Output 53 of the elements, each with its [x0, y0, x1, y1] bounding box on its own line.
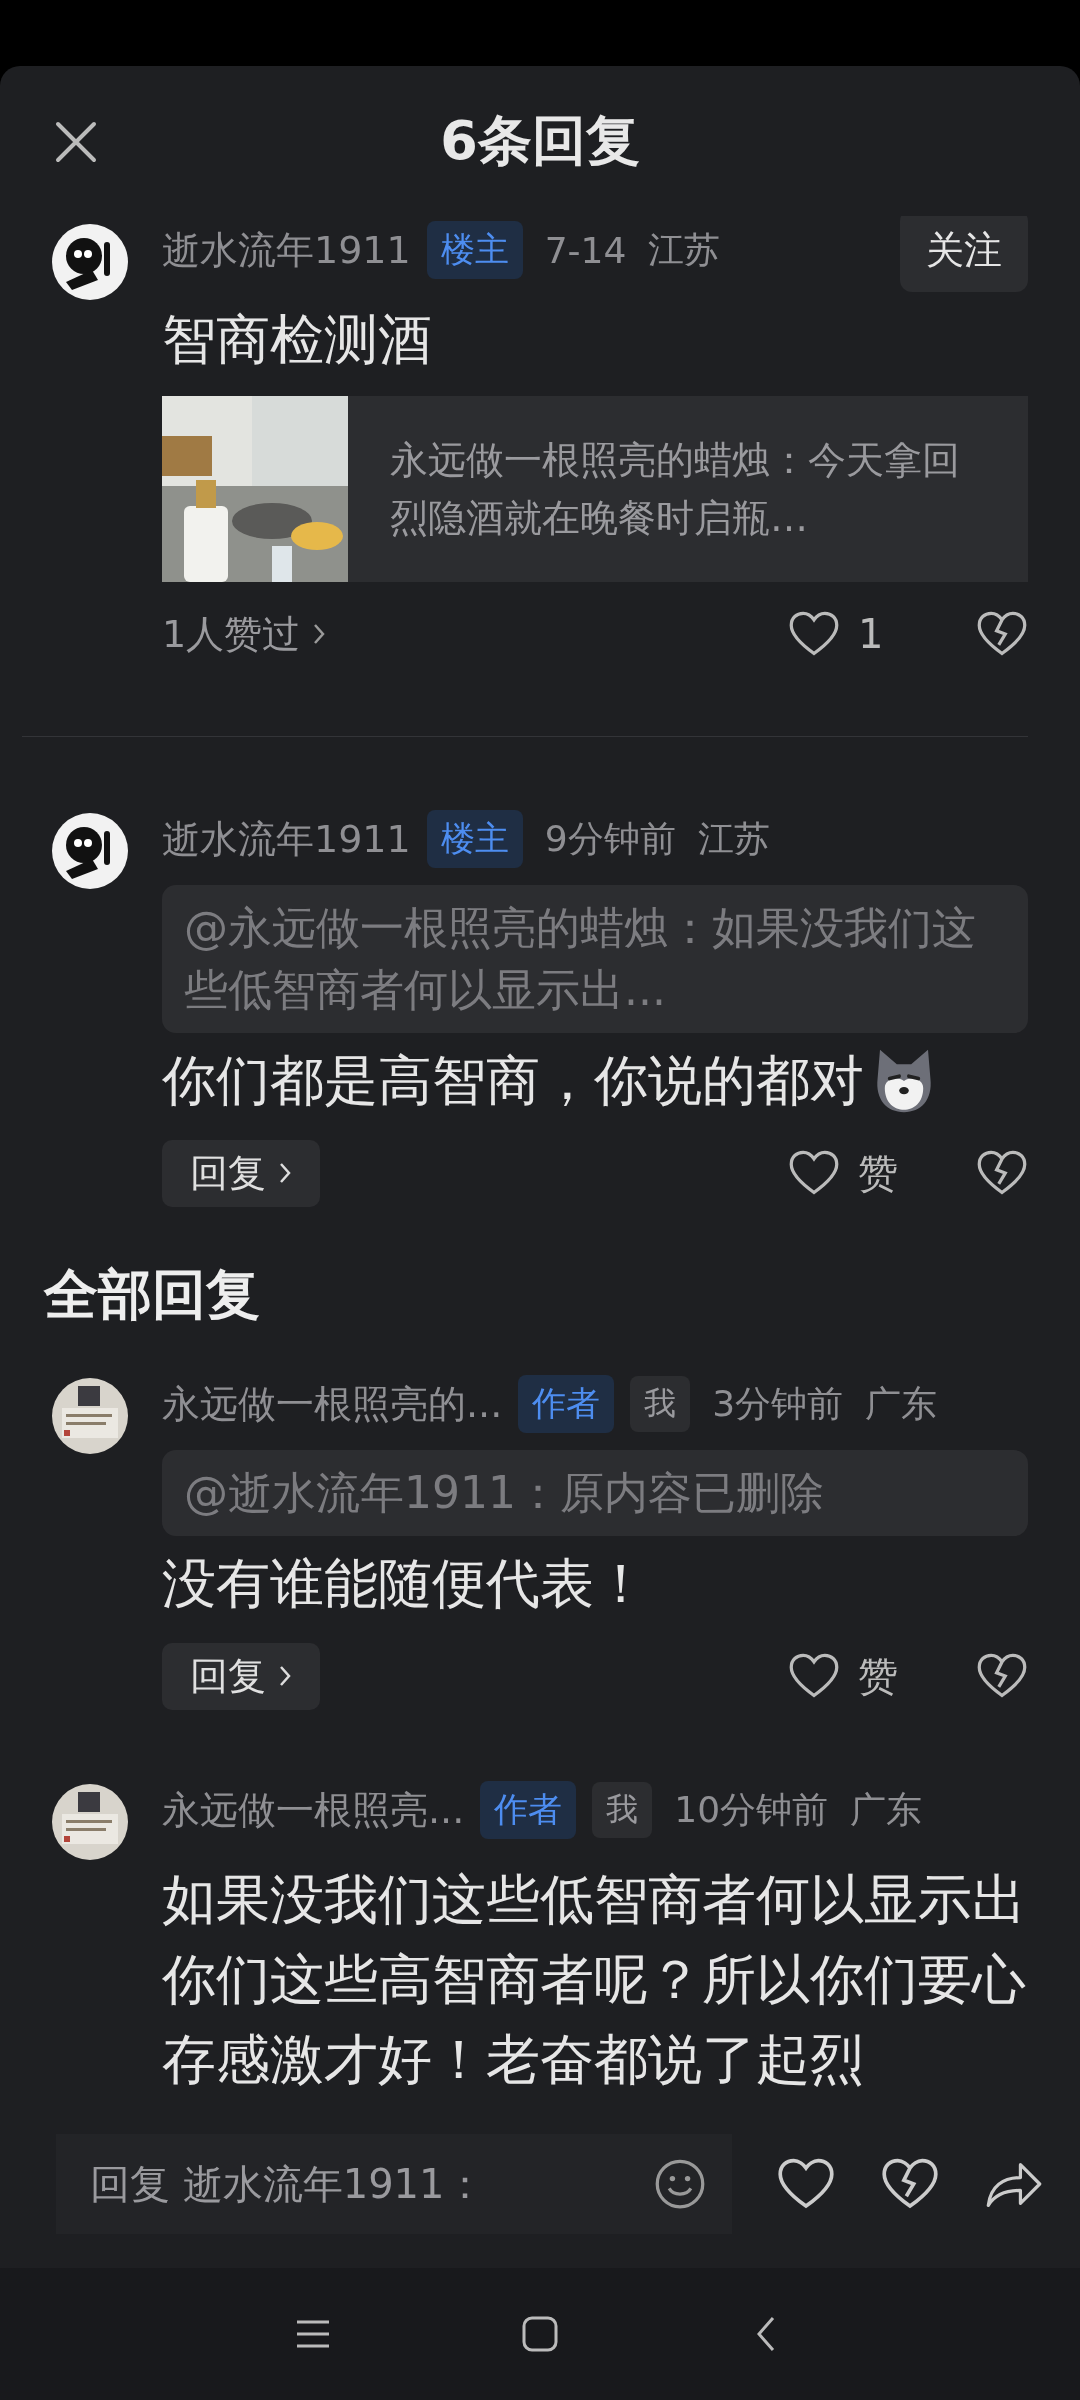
comment-time: 9分钟前 [544, 816, 676, 861]
comment-time: 3分钟前 [712, 1381, 844, 1426]
quoted-comment[interactable]: @逝水流年1911：原内容已删除 [162, 1450, 1028, 1536]
comment-location: 江苏 [648, 227, 721, 272]
user-name[interactable]: 永远做一根照亮的... [162, 1378, 503, 1430]
reply-button[interactable]: 回复 [162, 1139, 320, 1207]
user-tag: 楼主 [426, 810, 523, 868]
user-tag: 楼主 [426, 221, 523, 279]
reply-button[interactable]: 回复 [162, 1642, 320, 1710]
panel-title: 6条回复 [440, 107, 640, 174]
comment-time: 7-14 [544, 229, 627, 271]
card-text: 永远做一根照亮的蜡烛：今天拿回烈隐酒就在晚餐时启瓶… [389, 437, 961, 542]
like-icon[interactable] [776, 2157, 836, 2211]
comment-text: 如果没我们这些低智商者何以显示出你们这些高智商者呢？所以你们要心存感激才好！老奋都说了起烈 [162, 1867, 1027, 2093]
user-name[interactable]: 逝水流年1911 [162, 813, 411, 865]
comment-location: 广东 [865, 1381, 938, 1426]
avatar[interactable] [52, 1378, 128, 1454]
comment-text: 智商检测酒 [162, 307, 432, 373]
chevron-icon [278, 1664, 292, 1688]
user-tag: 作者 [480, 1781, 577, 1839]
comment-location: 江苏 [697, 816, 770, 861]
avatar[interactable] [52, 224, 128, 300]
like-icon[interactable] [788, 1652, 840, 1700]
comment-time: 10分钟前 [674, 1787, 829, 1832]
reply-field[interactable]: 回复 逝水流年1911： [56, 2134, 732, 2234]
like-count: 赞 [858, 1148, 899, 1198]
emoji-icon[interactable] [654, 2158, 706, 2210]
section-title: 全部回复 [44, 1262, 261, 1328]
like-icon[interactable] [788, 1149, 840, 1197]
quoted-comment[interactable]: @永远做一根照亮的蜡烛：如果没我们这些低智商者何以显示出... [162, 885, 1028, 1033]
comment-location: 广东 [850, 1787, 923, 1832]
user-tag: 我 [592, 1782, 653, 1838]
comment-text: 没有谁能随便代表！ [162, 1551, 648, 1617]
likes-summary-link[interactable]: 1人赞过 [162, 608, 327, 660]
user-tag: 作者 [518, 1375, 615, 1433]
chevron-icon [278, 1161, 292, 1185]
user-name[interactable]: 永远做一根照亮... [162, 1784, 465, 1836]
user-tag: 我 [630, 1376, 691, 1432]
user-name[interactable]: 逝水流年1911 [162, 224, 411, 276]
comment-text: 你们都是高智商，你说的都对 [162, 1048, 864, 1114]
broken-heart-icon[interactable] [976, 1149, 1028, 1197]
broken-heart-icon[interactable] [976, 610, 1028, 658]
like-icon[interactable] [788, 610, 840, 658]
broken-heart-icon[interactable] [880, 2157, 940, 2211]
avatar[interactable] [52, 1784, 128, 1860]
like-count: 1 [858, 611, 885, 657]
follow-button[interactable]: 关注 [900, 216, 1028, 292]
like-count: 赞 [858, 1651, 899, 1701]
broken-heart-icon[interactable] [976, 1652, 1028, 1700]
link-card[interactable]: 永远做一根照亮的蜡烛：今天拿回烈隐酒就在晚餐时启瓶… [162, 396, 1028, 582]
home-icon[interactable] [520, 2314, 560, 2354]
avatar[interactable] [52, 813, 128, 889]
chevron-icon [312, 622, 327, 646]
